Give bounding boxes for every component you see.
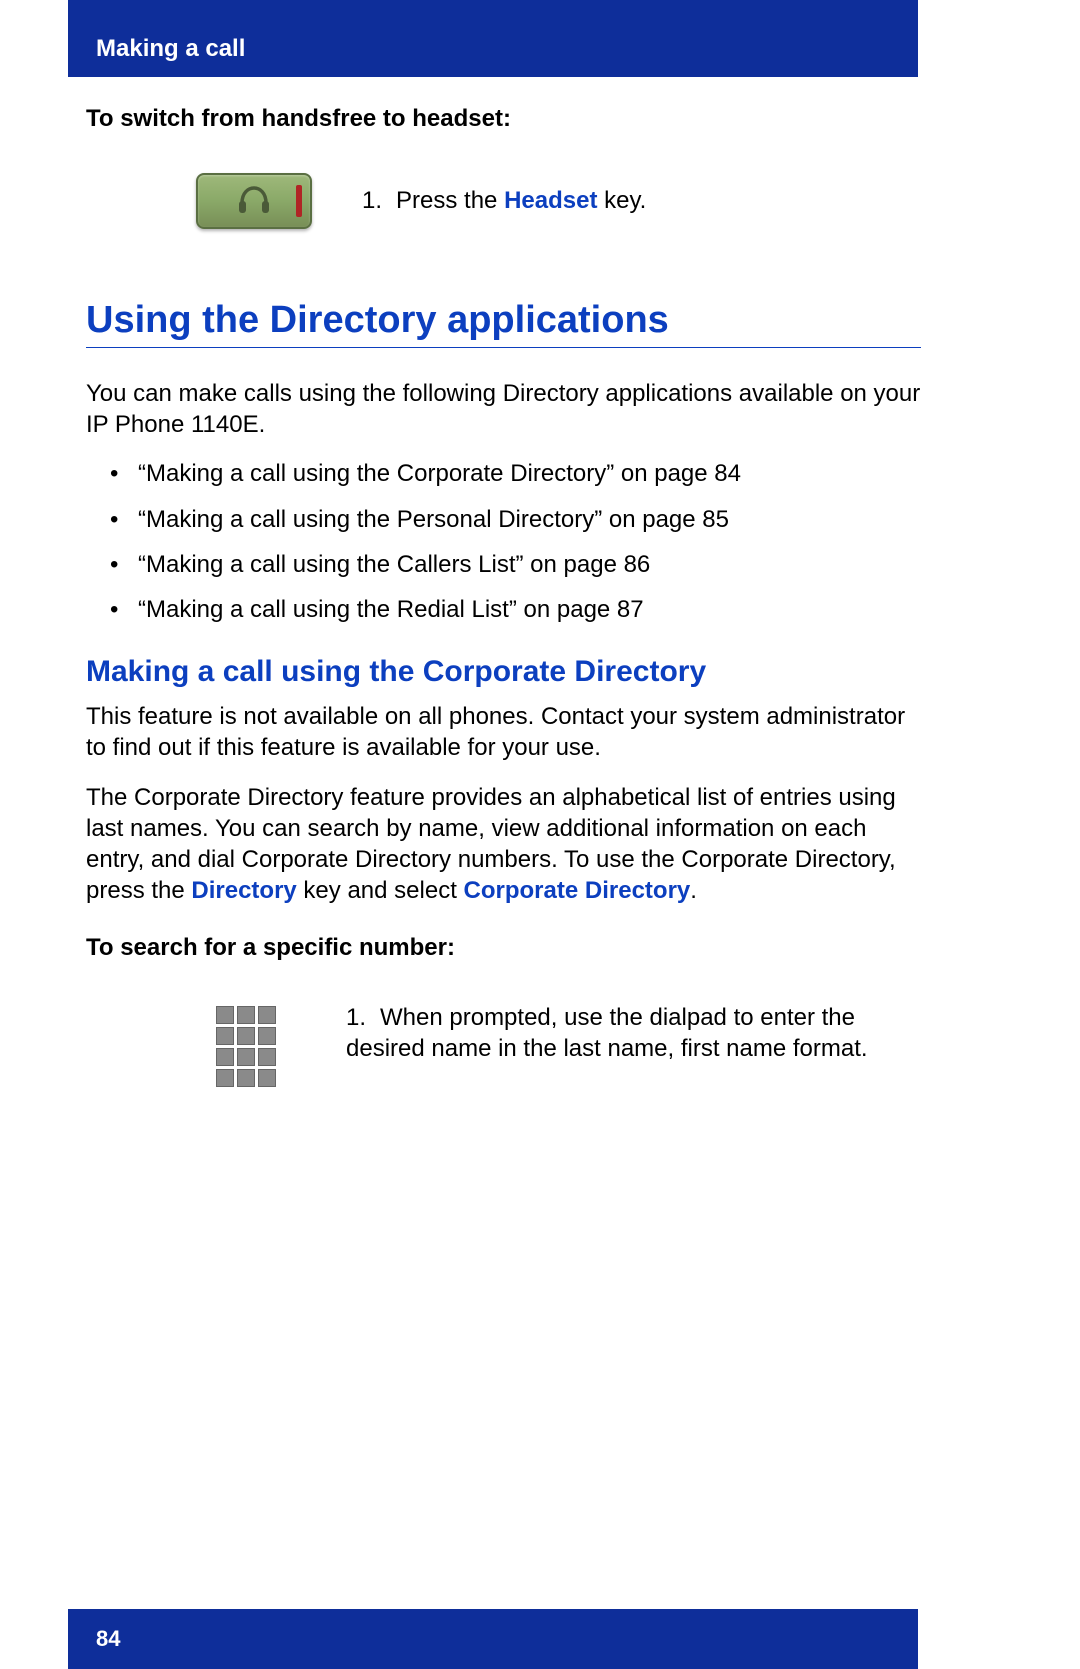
red-indicator: [296, 185, 302, 217]
heading-corporate-directory: Making a call using the Corporate Direct…: [86, 655, 921, 689]
step-row-dialpad: 1.When prompted, use the dialpad to ente…: [86, 1002, 921, 1087]
step-body: When prompted, use the dialpad to enter …: [346, 1004, 868, 1062]
step-suffix: key.: [597, 187, 646, 214]
headset-keyword: Headset: [504, 187, 597, 214]
corporate-para-2: The Corporate Directory feature provides…: [86, 782, 921, 907]
step-number: 1.: [362, 187, 382, 214]
instruction-switch-handsfree: To switch from handsfree to headset:: [86, 105, 921, 133]
chapter-title: Making a call: [96, 35, 245, 63]
instruction-search-number: To search for a specific number:: [86, 934, 921, 962]
list-item: “Making a call using the Corporate Direc…: [86, 458, 921, 489]
directory-keyword: Directory: [191, 877, 296, 904]
headset-icon: [234, 181, 274, 221]
heading-directory-apps: Using the Directory applications: [86, 289, 921, 342]
directory-bullet-list: “Making a call using the Corporate Direc…: [86, 458, 921, 625]
chapter-header: Making a call: [68, 0, 918, 77]
dialpad-icon: [216, 1006, 276, 1087]
step-row-headset: 1. Press the Headset key.: [86, 173, 921, 229]
para2-text2: key and select: [297, 877, 464, 904]
list-item: “Making a call using the Redial List” on…: [86, 594, 921, 625]
step-prefix: Press the: [396, 187, 504, 214]
intro-paragraph: You can make calls using the following D…: [86, 378, 921, 440]
headset-key-illustration: [196, 173, 312, 229]
step-text-headset: 1. Press the Headset key.: [362, 187, 921, 215]
heading-rule: [86, 347, 921, 348]
para2-text3: .: [690, 877, 697, 904]
corporate-para-1: This feature is not available on all pho…: [86, 701, 921, 763]
page-content: To switch from handsfree to headset: 1. P…: [86, 105, 921, 1087]
page-number: 84: [96, 1626, 120, 1652]
list-item: “Making a call using the Personal Direct…: [86, 504, 921, 535]
page-footer: 84: [68, 1609, 918, 1669]
corporate-directory-keyword: Corporate Directory: [464, 877, 691, 904]
step-text-dialpad: 1.When prompted, use the dialpad to ente…: [346, 1002, 921, 1064]
list-item: “Making a call using the Callers List” o…: [86, 549, 921, 580]
step-number: 1.: [346, 1004, 366, 1031]
